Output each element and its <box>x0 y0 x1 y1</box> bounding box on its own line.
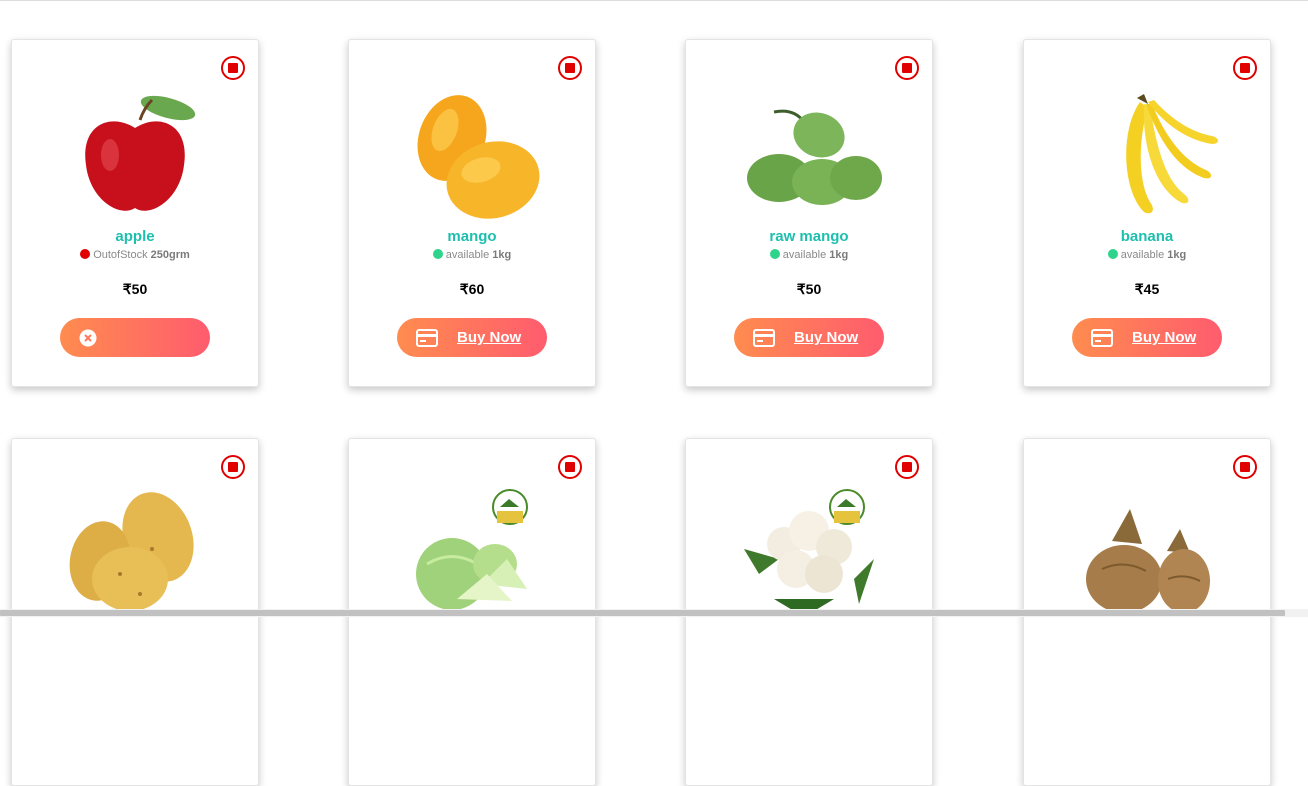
buy-now-button[interactable]: Buy Now <box>734 318 884 357</box>
banana-image[interactable] <box>1072 90 1222 220</box>
stock-label: available <box>1120 249 1165 261</box>
potato-image[interactable] <box>60 489 210 619</box>
quantity-label: 1kg <box>1167 249 1187 261</box>
button-label: Buy Now <box>794 329 859 346</box>
stock-status: OutofStock 250grm <box>12 249 258 261</box>
veg-mark-icon <box>558 56 582 80</box>
mango-image[interactable] <box>397 90 547 220</box>
button-label: Buy Now <box>457 329 522 346</box>
horizontal-scrollbar[interactable] <box>0 609 1308 617</box>
stock-label: available <box>445 249 490 261</box>
price-label: ₹50 <box>122 281 148 297</box>
stock-status: available 1kg <box>1024 249 1270 261</box>
veg-mark-icon <box>1233 56 1257 80</box>
buy-now-button[interactable]: Buy Now <box>397 318 547 357</box>
coconut-image[interactable] <box>1072 489 1222 619</box>
product-name[interactable]: mango <box>349 228 595 245</box>
stock-label: OutofStock <box>93 249 148 261</box>
product-name[interactable]: banana <box>1024 228 1270 245</box>
price-label: ₹45 <box>1134 281 1160 297</box>
product-grid: apple OutofStock 250grm ₹50 mango availa… <box>0 0 1308 786</box>
price-label: ₹60 <box>459 281 485 297</box>
product-name[interactable]: raw mango <box>686 228 932 245</box>
stock-status: available 1kg <box>349 249 595 261</box>
price-label: ₹50 <box>796 281 822 297</box>
available-icon <box>769 249 780 259</box>
credit-card-icon <box>1091 328 1113 347</box>
veg-mark-icon <box>558 455 582 479</box>
buy-now-button[interactable]: Buy Now <box>1072 318 1222 357</box>
veg-mark-icon <box>895 455 919 479</box>
available-icon <box>432 249 443 259</box>
veg-mark-icon <box>895 56 919 80</box>
cabbage-image[interactable] <box>397 489 547 619</box>
credit-card-icon <box>416 328 438 347</box>
quantity-label: 250grm <box>150 249 190 261</box>
stock-label: available <box>782 249 827 261</box>
product-card[interactable]: mango available 1kg ₹60 Buy Now <box>348 39 596 387</box>
out-of-stock-button[interactable] <box>60 318 210 357</box>
veg-mark-icon <box>221 56 245 80</box>
quantity-label: 1kg <box>492 249 512 261</box>
credit-card-icon <box>753 328 775 347</box>
cauliflower-image[interactable] <box>734 489 884 619</box>
button-label: Buy Now <box>1132 329 1197 346</box>
product-card[interactable]: apple OutofStock 250grm ₹50 <box>11 39 259 387</box>
close-circle-icon <box>79 329 97 346</box>
raw-mango-image[interactable] <box>734 90 884 220</box>
apple-image[interactable] <box>60 90 210 220</box>
veg-mark-icon <box>1233 455 1257 479</box>
product-name[interactable]: apple <box>12 228 258 245</box>
veg-mark-icon <box>221 455 245 479</box>
quantity-label: 1kg <box>829 249 849 261</box>
stock-status: available 1kg <box>686 249 932 261</box>
out-of-stock-icon <box>80 249 91 259</box>
product-card[interactable]: banana available 1kg ₹45 Buy Now <box>1023 39 1271 387</box>
available-icon <box>1107 249 1118 259</box>
product-card[interactable]: raw mango available 1kg ₹50 Buy Now <box>685 39 933 387</box>
scrollbar-thumb[interactable] <box>0 610 1285 616</box>
